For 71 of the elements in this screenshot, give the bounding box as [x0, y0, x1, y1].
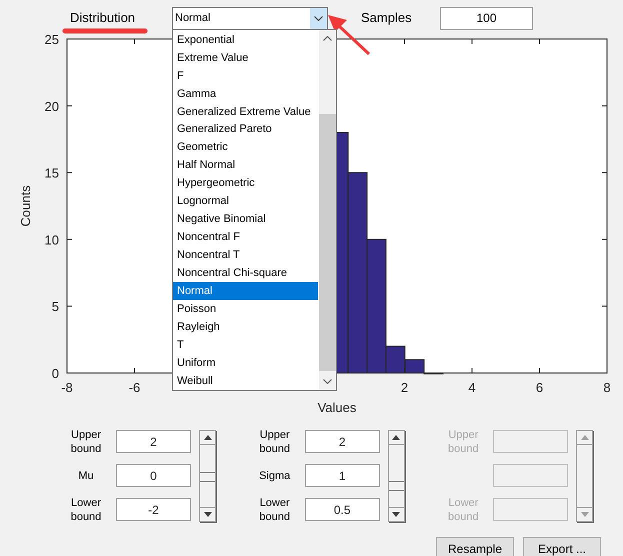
dropdown-option[interactable]: Generalized Pareto [173, 120, 318, 139]
number-field[interactable]: 0.5 [304, 498, 380, 521]
distribution-label: Distribution [70, 9, 136, 28]
field-label: Mu [77, 468, 95, 482]
up-arrow-icon [204, 435, 212, 440]
x-tick-label: 6 [536, 380, 544, 395]
action-button[interactable]: Export ... [523, 537, 601, 556]
y-tick-label: 10 [44, 232, 59, 248]
y-axis-label: Counts [18, 185, 33, 227]
x-tick-label: 4 [468, 380, 476, 395]
chevron-down-icon [323, 379, 332, 384]
scrollbar[interactable] [319, 30, 336, 390]
samples-label: Samples [361, 9, 413, 28]
x-tick-label: 8 [603, 380, 611, 395]
dropdown-option[interactable]: Negative Binomial [173, 210, 318, 228]
number-field[interactable]: 1 [304, 464, 380, 487]
chevron-up-icon [323, 36, 332, 41]
field-label: Lower bound [70, 496, 102, 524]
distribution-dropdown[interactable]: Normal [172, 6, 328, 30]
dropdown-option[interactable]: Noncentral Chi-square [173, 264, 318, 282]
dropdown-option[interactable]: Noncentral F [173, 228, 318, 246]
dropdown-option[interactable]: F [173, 66, 318, 85]
field-label: Lower bound [258, 496, 291, 524]
field-label: Lower bound [447, 496, 480, 524]
down-arrow-icon [580, 512, 589, 517]
up-arrow-icon [392, 435, 400, 440]
slider-thumb[interactable] [200, 472, 215, 482]
number-field[interactable]: 2 [304, 430, 380, 453]
vertical-slider[interactable] [388, 430, 405, 522]
field-label: Sigma [258, 468, 292, 482]
dropdown-option[interactable]: Exponential [173, 31, 318, 49]
y-tick-label: 20 [44, 98, 59, 114]
chevron-down-icon [314, 16, 323, 20]
x-axis-label: Values [318, 400, 356, 415]
dropdown-option[interactable]: Hypergeometric [173, 174, 318, 193]
x-tick-label: 2 [400, 380, 408, 395]
y-tick-label: 25 [44, 32, 59, 47]
x-tick-label: -8 [61, 380, 73, 395]
number-field[interactable]: 0 [116, 464, 191, 487]
up-arrow-icon [580, 435, 589, 440]
dropdown-option[interactable]: Rayleigh [173, 318, 318, 336]
dropdown-option[interactable]: Half Normal [173, 156, 318, 175]
dropdown-option[interactable]: Gamma [173, 84, 318, 103]
down-arrow-icon [204, 512, 212, 517]
y-tick-label: 0 [52, 366, 59, 381]
dropdown-option[interactable]: Geometric [173, 138, 318, 157]
field-label: Upper bound [447, 428, 480, 456]
down-arrow-icon [392, 512, 400, 517]
dropdown-option[interactable]: Lognormal [173, 192, 318, 211]
number-field[interactable] [493, 498, 568, 521]
dropdown-option[interactable]: Poisson [173, 300, 318, 318]
y-tick-label: 15 [44, 166, 59, 181]
dropdown-option[interactable]: Generalized Extreme Value [173, 102, 318, 121]
y-tick-label: 5 [52, 299, 59, 314]
number-field[interactable]: -2 [116, 498, 191, 521]
number-field[interactable] [493, 430, 568, 453]
dropdown-option[interactable]: Noncentral T [173, 246, 318, 264]
number-field[interactable]: 2 [116, 430, 191, 453]
x-tick-label: -6 [128, 380, 140, 395]
dropdown-option[interactable]: Uniform [173, 354, 318, 372]
dropdown-option[interactable]: Normal [173, 282, 318, 300]
vertical-slider[interactable] [199, 430, 216, 522]
field-label: Upper bound [70, 428, 102, 456]
samples-field[interactable]: 100 [440, 6, 533, 30]
dropdown-option[interactable]: T [173, 336, 318, 354]
action-button[interactable]: Resample [436, 537, 514, 556]
field-label: Upper bound [258, 428, 291, 456]
dropdown-option[interactable]: Weibull [173, 372, 318, 390]
dropdown-option[interactable]: Extreme Value [173, 48, 318, 67]
slider-thumb[interactable] [388, 481, 404, 492]
number-field[interactable] [493, 464, 568, 487]
